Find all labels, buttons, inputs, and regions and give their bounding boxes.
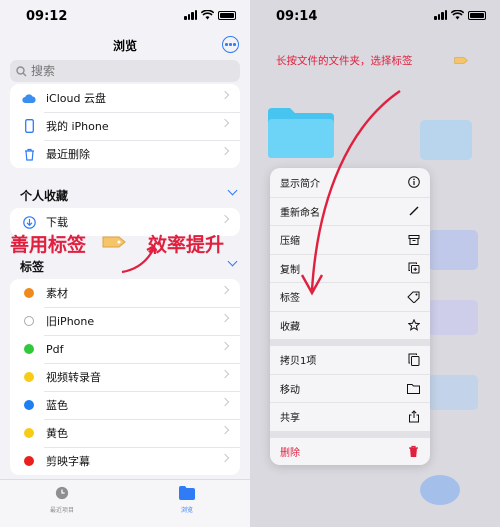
chevron-right-icon [220,369,230,379]
tab-label: 浏览 [180,507,193,514]
menu-item-delete[interactable]: 删除 [270,436,430,466]
locations-list: iCloud 云盘 我的 iPhone 最近删除 [10,84,240,168]
tag-color-dot [24,288,34,298]
status-time: 09:14 [276,9,318,24]
folder-icon [407,382,420,395]
search-input[interactable] [31,64,211,78]
tag-item-blue[interactable]: 蓝色 [10,391,240,419]
search-bar[interactable] [10,60,240,82]
tag-sticker-icon [454,57,468,64]
wifi-icon [201,10,214,20]
trash-icon [407,445,420,458]
chevron-right-icon [220,285,230,295]
tags-header-label: 标签 [20,260,45,274]
trash-icon [22,148,36,161]
annotation-efficiency: 效率提升 [148,234,225,256]
tag-label: 旧iPhone [46,315,95,328]
chevron-down-icon [227,256,238,267]
tag-label: 素材 [46,287,68,300]
chevron-right-icon [220,341,230,351]
tag-color-dot [24,428,34,438]
tag-label: 剪映字幕 [46,455,90,468]
chevron-down-icon [227,185,238,196]
menu-item-favorite[interactable]: 收藏 [270,310,430,340]
browse-screen: 09:12 浏览 iCloud 云盘 我的 iPhone 最近删除 个人收藏 [0,0,250,527]
tab-label: 最近项目 [49,507,74,514]
chevron-right-icon [220,397,230,407]
status-icons [434,10,486,20]
signal-icon [434,10,447,20]
clock-icon [55,486,69,500]
tag-item-video-to-audio[interactable]: 视频转录音 [10,363,240,391]
page-title: 浏览 [112,39,137,53]
copy-icon [407,353,420,367]
tag-color-dot [24,400,34,410]
menu-item-copy[interactable]: 拷贝1项 [270,345,430,374]
folder-icon [179,486,195,500]
tag-color-dot [24,456,34,466]
tag-item-pdf[interactable]: Pdf [10,335,240,363]
star-icon [407,319,420,332]
location-icloud[interactable]: iCloud 云盘 [10,84,240,112]
status-time: 09:12 [26,9,68,24]
context-menu-screen: 09:14 长按文件的文件夹，选择标签 显示简介 重新命名 压缩 复制 标签 收… [250,0,500,527]
tag-label: 黄色 [46,427,68,440]
cloud-icon [22,93,36,103]
tab-recents[interactable]: 最近项目 [32,486,92,514]
location-my-iphone[interactable]: 我的 iPhone [10,112,240,140]
chevron-right-icon [220,313,230,323]
status-bar: 09:14 [250,0,500,30]
tag-item-yellow[interactable]: 黄色 [10,419,240,447]
annotation-arrow [300,90,401,296]
battery-icon [218,10,236,20]
tag-item-subtitles[interactable]: 剪映字幕 [10,447,240,475]
chevron-right-icon [220,118,230,128]
chevron-right-icon [220,453,230,463]
tag-label: 视频转录音 [46,371,101,384]
menu-item-label: 删除 [280,447,300,459]
signal-icon [184,10,197,20]
status-icons [184,10,236,20]
menu-item-label: 拷贝1项 [280,356,317,368]
wifi-icon [451,10,464,20]
location-recently-deleted[interactable]: 最近删除 [10,140,240,168]
more-options-button[interactable] [222,36,239,53]
annotation-use-tags: 善用标签 [10,234,87,256]
tag-color-dot [24,372,34,382]
chevron-right-icon [220,146,230,156]
location-label: 最近删除 [46,148,90,161]
tag-item-old-iphone[interactable]: 旧iPhone [10,307,240,335]
tab-browse[interactable]: 浏览 [157,486,217,514]
tag-item-material[interactable]: 素材 [10,279,240,307]
status-bar: 09:12 [0,0,250,30]
tag-label: 蓝色 [46,399,68,412]
chevron-right-icon [220,425,230,435]
menu-item-label: 共享 [280,413,300,425]
share-icon [407,410,420,423]
favorites-header-label: 个人收藏 [20,189,69,203]
menu-item-label: 移动 [280,384,300,396]
tab-bar: 最近项目 浏览 [0,479,250,527]
phone-icon [22,119,36,133]
tag-label: Pdf [46,342,64,356]
location-label: 我的 iPhone [46,120,109,133]
menu-item-share[interactable]: 共享 [270,402,430,431]
favorite-label: 下载 [46,216,68,229]
favorites-header[interactable]: 个人收藏 [20,185,238,204]
tags-list: 素材 旧iPhone Pdf 视频转录音 蓝色 黄色 剪映字幕 [10,279,240,475]
download-icon [22,215,36,229]
search-icon [16,65,27,76]
chevron-right-icon [220,90,230,100]
tag-color-dot [24,344,34,354]
instruction-hint: 长按文件的文件夹，选择标签 [276,55,413,67]
chevron-right-icon [220,214,230,224]
tag-color-dot [24,316,34,326]
battery-icon [468,10,486,20]
menu-item-label: 收藏 [280,321,300,333]
menu-item-move[interactable]: 移动 [270,373,430,403]
location-label: iCloud 云盘 [46,92,106,105]
